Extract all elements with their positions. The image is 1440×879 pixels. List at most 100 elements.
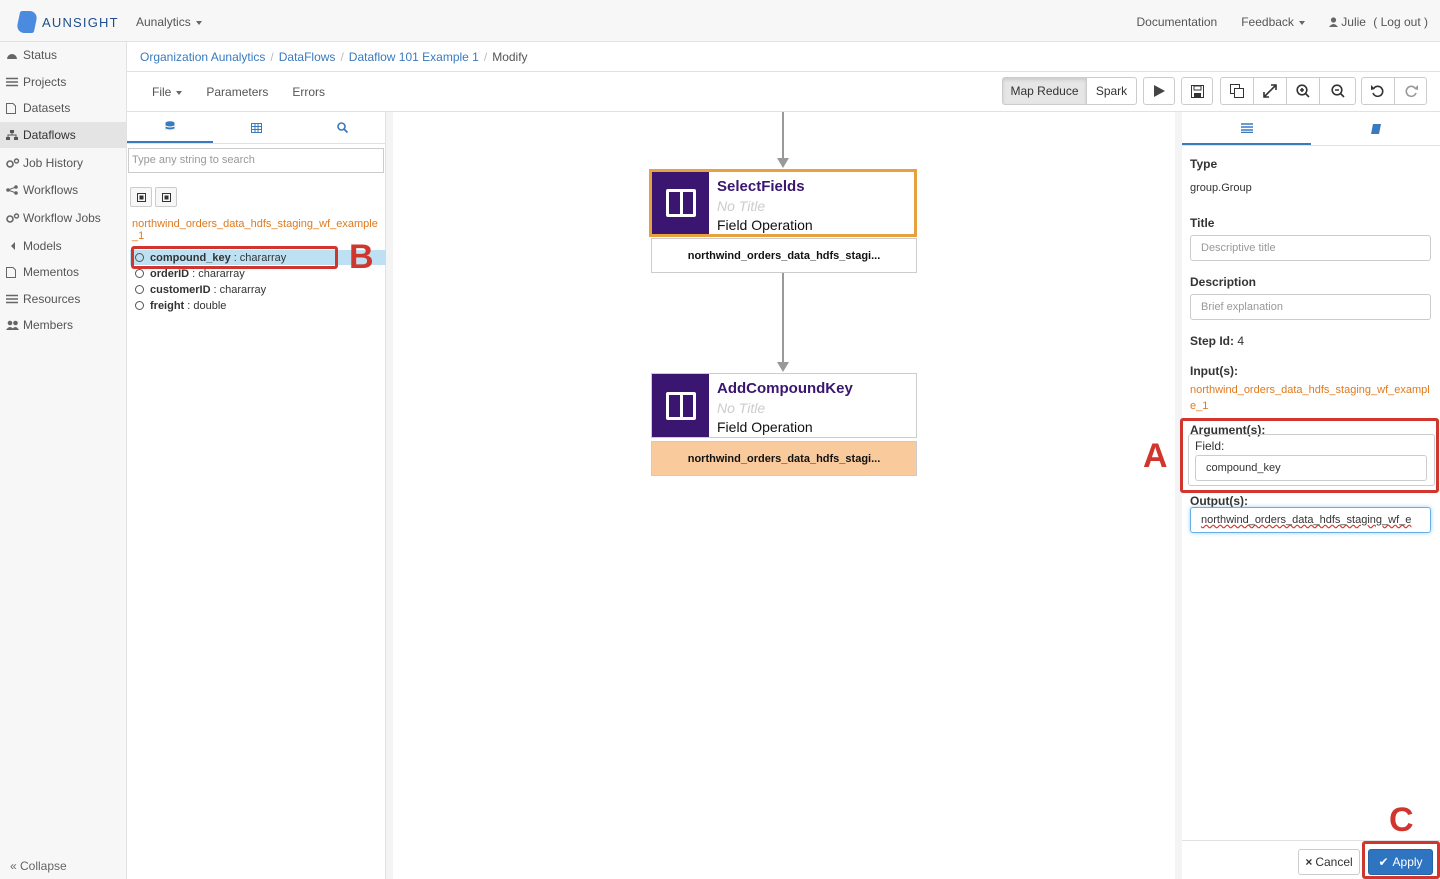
node-subtitle: No Title bbox=[717, 198, 766, 214]
sidebar-item-status[interactable]: Status bbox=[0, 42, 126, 69]
errors-menu[interactable]: Errors bbox=[292, 85, 325, 99]
outputs-label: Output(s): bbox=[1190, 494, 1248, 508]
tab-datasets[interactable] bbox=[127, 112, 213, 143]
node-output[interactable]: northwind_orders_data_hdfs_stagi... bbox=[651, 441, 917, 476]
workflow-icon bbox=[6, 185, 18, 196]
title-input[interactable]: Descriptive title bbox=[1190, 235, 1431, 261]
field-name: orderID bbox=[150, 267, 190, 280]
floppy-icon bbox=[1190, 84, 1204, 98]
field-operation-icon bbox=[652, 374, 709, 437]
edge-arrow-icon bbox=[777, 362, 789, 372]
annotation-label-b: B bbox=[349, 238, 374, 276]
schema-panel: Type any string to search northwind_orde… bbox=[127, 112, 386, 879]
zoom-out-icon bbox=[1330, 84, 1345, 98]
tab-properties[interactable] bbox=[1182, 112, 1311, 145]
fit-button[interactable] bbox=[1253, 77, 1287, 105]
documentation-link[interactable]: Documentation bbox=[1137, 15, 1218, 29]
caret-down-icon bbox=[195, 20, 202, 25]
cogs-icon bbox=[6, 157, 20, 168]
sidebar-item-label: Datasets bbox=[23, 101, 71, 116]
cancel-button[interactable]: × Cancel bbox=[1298, 849, 1360, 875]
org-dropdown[interactable]: Aunalytics bbox=[136, 15, 202, 29]
sidebar-item-label: Projects bbox=[23, 74, 67, 89]
breadcrumb-dataflows[interactable]: DataFlows bbox=[279, 50, 336, 64]
redo-button[interactable] bbox=[1394, 77, 1427, 105]
breadcrumb-org[interactable]: Organization Aunalytics bbox=[140, 50, 265, 64]
field-operation-icon bbox=[652, 172, 709, 234]
output-name-input[interactable]: northwind_orders_data_hdfs_staging_wf_e bbox=[1190, 507, 1431, 533]
field-search-input[interactable]: Type any string to search bbox=[128, 148, 384, 173]
collapse-sidebar-button[interactable]: « Collapse bbox=[10, 859, 67, 873]
list-icon bbox=[6, 77, 18, 87]
dataset-name[interactable]: northwind_orders_data_hdfs_staging_wf_ex… bbox=[132, 218, 382, 242]
tab-docs[interactable] bbox=[1311, 112, 1440, 145]
save-button[interactable] bbox=[1181, 77, 1213, 105]
sidebar-item-models[interactable]: Models bbox=[0, 233, 126, 260]
field-type: : chararray bbox=[213, 283, 267, 296]
undo-button[interactable] bbox=[1361, 77, 1395, 105]
right-splitter[interactable] bbox=[1175, 112, 1182, 879]
breadcrumb-dataflow[interactable]: Dataflow 101 Example 1 bbox=[349, 50, 479, 64]
edge-line bbox=[782, 112, 784, 160]
field-name: freight bbox=[150, 299, 185, 312]
title-label: Title bbox=[1190, 216, 1215, 230]
node-type: Field Operation bbox=[717, 419, 813, 435]
field-item[interactable]: freight: double bbox=[135, 298, 226, 313]
plus-square-icon bbox=[161, 192, 171, 202]
node-addcompoundkey[interactable]: AddCompoundKey No Title Field Operation bbox=[651, 373, 917, 438]
user-icon bbox=[1328, 17, 1338, 27]
run-button[interactable] bbox=[1143, 77, 1175, 105]
parameters-menu[interactable]: Parameters bbox=[206, 85, 268, 99]
edge-line bbox=[782, 273, 784, 362]
minus-square-icon bbox=[136, 192, 146, 202]
zoom-out-button[interactable] bbox=[1319, 77, 1356, 105]
node-type: Field Operation bbox=[717, 217, 813, 233]
input-dataset[interactable]: northwind_orders_data_hdfs_staging_wf_ex… bbox=[1190, 382, 1432, 414]
node-title: SelectFields bbox=[717, 178, 805, 195]
tab-table[interactable] bbox=[213, 112, 299, 143]
sidebar-item-projects[interactable]: Projects bbox=[0, 69, 126, 96]
users-icon bbox=[6, 320, 19, 331]
radio-icon bbox=[135, 269, 144, 278]
list-icon bbox=[1240, 122, 1253, 133]
collapse-all-button[interactable] bbox=[130, 187, 152, 207]
expand-all-button[interactable] bbox=[155, 187, 177, 207]
node-output[interactable]: northwind_orders_data_hdfs_stagi... bbox=[651, 238, 917, 273]
model-icon bbox=[6, 241, 18, 251]
field-name: customerID bbox=[150, 283, 211, 296]
description-input[interactable]: Brief explanation bbox=[1190, 294, 1431, 320]
left-splitter[interactable] bbox=[386, 112, 393, 879]
sidebar-item-workflows[interactable]: Workflows bbox=[0, 177, 126, 204]
feedback-dropdown[interactable]: Feedback bbox=[1241, 15, 1305, 29]
cogs-icon bbox=[6, 213, 20, 223]
expand-icon bbox=[1263, 84, 1277, 98]
sidebar-item-dataflows[interactable]: Dataflows bbox=[0, 121, 126, 148]
sidebar-item-datasets[interactable]: Datasets bbox=[0, 95, 126, 122]
spark-toggle[interactable]: Spark bbox=[1086, 77, 1137, 105]
sidebar: Status Projects Datasets Dataflows Job Histo… bbox=[0, 42, 127, 879]
annotation-label-c: C bbox=[1389, 801, 1414, 839]
brand-logo[interactable]: AUNSIGHT bbox=[15, 11, 119, 33]
description-label: Description bbox=[1190, 275, 1257, 289]
step-id: Step Id: 4 bbox=[1190, 334, 1244, 348]
sidebar-item-resources[interactable]: Resources bbox=[0, 286, 126, 313]
sidebar-item-job-history[interactable]: Job History bbox=[0, 148, 126, 177]
zoom-in-button[interactable] bbox=[1286, 77, 1320, 105]
caret-down-icon bbox=[1298, 20, 1305, 25]
field-item[interactable]: customerID: chararray bbox=[135, 282, 266, 297]
copy-button[interactable] bbox=[1220, 77, 1254, 105]
sidebar-item-members[interactable]: Members bbox=[0, 312, 126, 339]
dashboard-icon bbox=[6, 50, 18, 60]
logout-link[interactable]: ( Log out ) bbox=[1373, 15, 1428, 29]
edge-arrow-icon bbox=[777, 158, 789, 168]
undo-icon bbox=[1371, 85, 1384, 98]
file-menu[interactable]: File bbox=[152, 85, 183, 99]
tab-search[interactable] bbox=[299, 112, 385, 143]
map-reduce-toggle[interactable]: Map Reduce bbox=[1002, 77, 1087, 105]
sidebar-item-mementos[interactable]: Mementos bbox=[0, 259, 126, 286]
step-id-value: 4 bbox=[1237, 334, 1245, 348]
node-selectfields[interactable]: SelectFields No Title Field Operation bbox=[649, 169, 917, 237]
user-menu[interactable]: Julie ( Log out ) bbox=[1328, 15, 1428, 29]
sidebar-item-workflow-jobs[interactable]: Workflow Jobs bbox=[0, 204, 126, 233]
radio-icon bbox=[135, 301, 144, 310]
